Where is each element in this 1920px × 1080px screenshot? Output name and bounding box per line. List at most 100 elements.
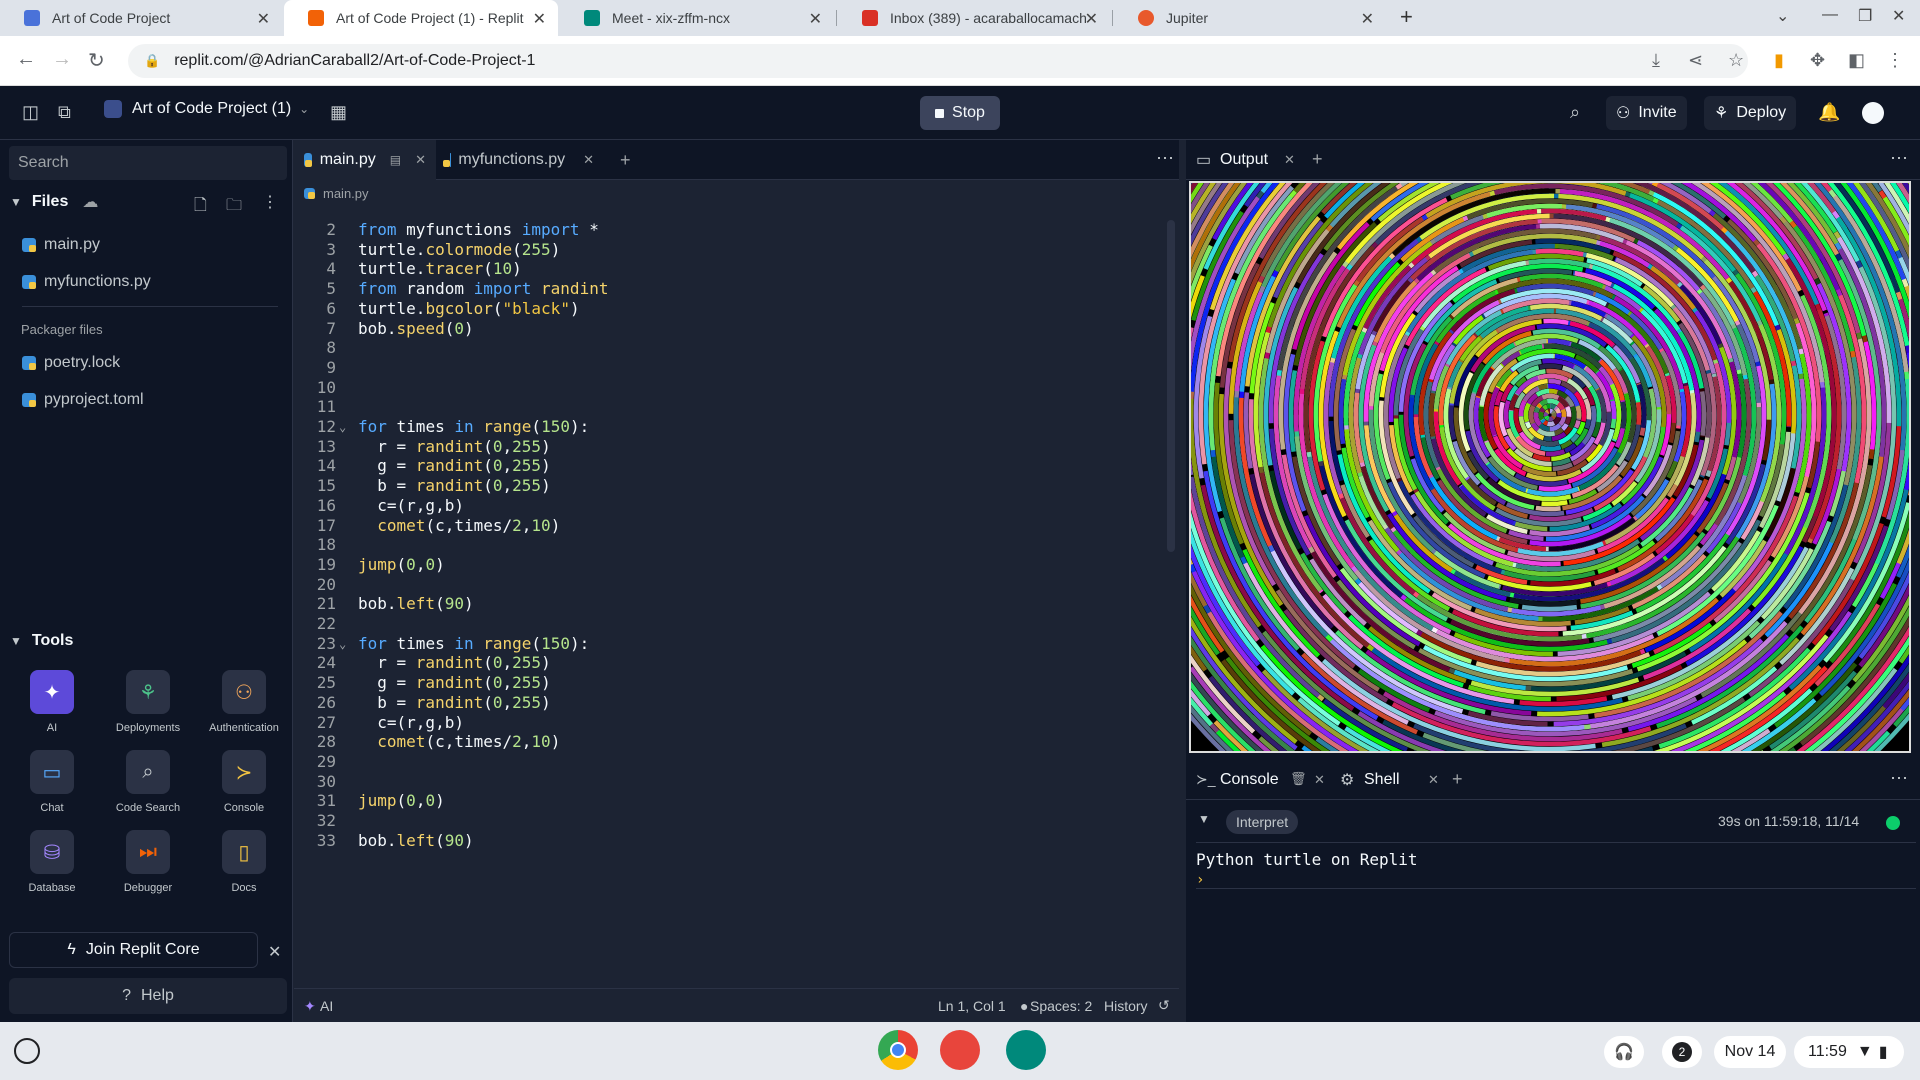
cursor-position[interactable]: Ln 1, Col 1 <box>938 998 1006 1014</box>
project-name-button[interactable]: Art of Code Project (1) ⌄ <box>104 100 309 118</box>
file-poetry-lock[interactable]: poetry.lock <box>22 354 120 372</box>
kebab-menu-icon[interactable]: ⋮ <box>262 192 278 212</box>
headset-icon[interactable]: 🎧 <box>1604 1036 1644 1068</box>
code-line[interactable]: 33 bob.left(90) <box>294 829 1164 853</box>
file-myfunctions-py[interactable]: myfunctions.py <box>22 273 151 291</box>
join-replit-core-button[interactable]: ϟ Join Replit Core <box>9 932 258 968</box>
close-icon[interactable]: ✕ <box>809 9 822 29</box>
tab-label: main.py <box>319 151 376 168</box>
notification-badge[interactable]: 2 <box>1662 1036 1702 1068</box>
close-window-icon[interactable]: ✕ <box>1892 6 1905 26</box>
deploy-button[interactable]: ⚘ Deploy <box>1704 96 1797 130</box>
bell-icon[interactable]: 🔔 <box>1818 102 1840 123</box>
invite-button[interactable]: ⚇ Invite <box>1606 96 1687 130</box>
browser-tab[interactable]: Inbox (389) - acaraballocamach ✕ <box>838 0 1110 36</box>
minimize-icon[interactable]: — <box>1822 6 1838 24</box>
close-icon[interactable]: ✕ <box>1361 9 1374 29</box>
tool-chat[interactable]: ▭ Chat <box>7 750 97 814</box>
spiral-arc <box>1635 402 1642 425</box>
code-area[interactable]: 2 from myfunctions import * 3 turtle.colorm… <box>294 216 1179 980</box>
more-icon[interactable]: ⋯ <box>1156 148 1174 169</box>
tab-console[interactable]: Console <box>1220 771 1279 789</box>
avatar[interactable] <box>1862 102 1884 124</box>
tool-debugger[interactable]: ⏭ Debugger <box>103 830 193 894</box>
trash-icon[interactable]: 🗑 <box>1290 771 1307 787</box>
forward-arrow-icon[interactable]: → <box>52 48 72 71</box>
launcher-icon[interactable] <box>14 1038 40 1064</box>
scrollbar-thumb[interactable] <box>1167 220 1175 552</box>
new-folder-icon[interactable]: 🗀 <box>226 194 242 221</box>
file-pyproject-toml[interactable]: pyproject.toml <box>22 391 144 409</box>
tab-myfunctions-py[interactable]: myfunctions.py ✕ <box>440 140 604 180</box>
paint-app-icon[interactable] <box>940 1030 980 1070</box>
address-bar[interactable]: 🔒 replit.com/@AdrianCaraball2/Art-of-Cod… <box>128 44 1748 78</box>
tool-database[interactable]: ⛁ Database <box>7 830 97 894</box>
browser-tab[interactable]: Meet - xix-zffm-ncx ✕ <box>560 0 834 36</box>
browser-tab-active[interactable]: Art of Code Project (1) - Replit ✕ <box>284 0 558 36</box>
tab-output[interactable]: Output <box>1220 151 1268 169</box>
clock-tray[interactable]: 11:59 ▼ ▮ <box>1794 1036 1904 1068</box>
tab-divider <box>1112 10 1113 26</box>
close-icon[interactable]: ✕ <box>1314 772 1325 788</box>
help-button[interactable]: ? Help <box>9 978 287 1014</box>
date-display[interactable]: Nov 14 <box>1714 1036 1786 1068</box>
more-icon[interactable]: ⋯ <box>1890 768 1908 789</box>
spiral-arc <box>1547 338 1571 346</box>
status-ai[interactable]: AI <box>320 998 333 1014</box>
search-icon[interactable]: ⌕ <box>1570 102 1580 123</box>
sidepanel-icon[interactable]: ◧ <box>1848 50 1865 71</box>
stop-button[interactable]: Stop <box>920 96 1000 130</box>
extension-icon[interactable]: ▮ <box>1774 50 1784 71</box>
close-icon[interactable]: ✕ <box>1085 9 1098 29</box>
add-tab-icon[interactable]: + <box>620 150 631 171</box>
install-icon[interactable]: ⤓ <box>1652 50 1660 71</box>
puzzle-icon[interactable]: ✥ <box>1810 50 1825 71</box>
indent-setting[interactable]: Spaces: 2 <box>1030 998 1092 1014</box>
tool-deployments[interactable]: ⚘ Deployments <box>103 670 193 734</box>
replit-logo-icon[interactable]: ⧉ <box>58 102 71 123</box>
tab-main-py[interactable]: main.py ▤ ✕ <box>294 140 436 180</box>
console-prompt[interactable]: › <box>1196 872 1204 888</box>
tool-docs[interactable]: ▯ Docs <box>199 830 289 894</box>
close-icon[interactable]: ✕ <box>257 9 270 29</box>
close-icon[interactable]: ✕ <box>1284 152 1295 168</box>
tab-search-chevron-icon[interactable]: ⌄ <box>1776 6 1789 26</box>
more-icon[interactable]: ⋯ <box>1890 148 1908 169</box>
close-icon[interactable]: ✕ <box>1428 772 1439 788</box>
chevron-down-icon[interactable]: ▼ <box>1198 812 1210 826</box>
calendar-icon[interactable]: ▦ <box>330 102 347 123</box>
close-icon[interactable]: ✕ <box>268 942 281 962</box>
close-icon[interactable]: ✕ <box>415 152 426 168</box>
file-main-py[interactable]: main.py <box>22 236 100 254</box>
files-section-header[interactable]: ▼ Files ☁ <box>10 192 98 212</box>
tool-authentication[interactable]: ⚇ Authentication <box>199 670 289 734</box>
browser-tab[interactable]: Jupiter ✕ <box>1114 0 1386 36</box>
turtle-canvas[interactable] <box>1189 181 1911 753</box>
add-tab-icon[interactable]: + <box>1452 769 1463 790</box>
new-tab-plus-icon[interactable]: + <box>1400 4 1413 30</box>
back-arrow-icon[interactable]: ← <box>16 48 36 71</box>
add-tab-icon[interactable]: + <box>1312 149 1323 170</box>
share-icon[interactable]: ⋖ <box>1688 50 1703 71</box>
new-file-icon[interactable]: 🗋 <box>194 194 207 221</box>
tab-shell[interactable]: Shell <box>1364 771 1400 789</box>
tool-ai[interactable]: ✦ AI <box>7 670 97 734</box>
sidebar-toggle-icon[interactable]: ◫ <box>22 102 39 123</box>
history-button[interactable]: History <box>1104 998 1148 1014</box>
python-icon <box>22 275 36 289</box>
tool-code-search[interactable]: ⌕ Code Search <box>103 750 193 814</box>
close-icon[interactable]: ✕ <box>533 9 546 29</box>
bookmark-star-icon[interactable]: ☆ <box>1728 50 1744 71</box>
spiral-arc <box>1543 411 1549 417</box>
browser-tab[interactable]: Art of Code Project ✕ <box>0 0 282 36</box>
tools-section-header[interactable]: ▼ Tools <box>10 632 73 650</box>
close-icon[interactable]: ✕ <box>583 152 594 168</box>
spiral-arc <box>1539 407 1546 413</box>
kebab-menu-icon[interactable]: ⋮ <box>1886 50 1904 71</box>
classroom-app-icon[interactable] <box>1006 1030 1046 1070</box>
reload-icon[interactable]: ↻ <box>88 48 105 73</box>
search-input[interactable]: Search <box>9 146 287 180</box>
split-icon[interactable]: ▤ <box>390 153 401 167</box>
restore-icon[interactable]: ❐ <box>1858 6 1872 26</box>
tool-console[interactable]: ≻ Console <box>199 750 289 814</box>
